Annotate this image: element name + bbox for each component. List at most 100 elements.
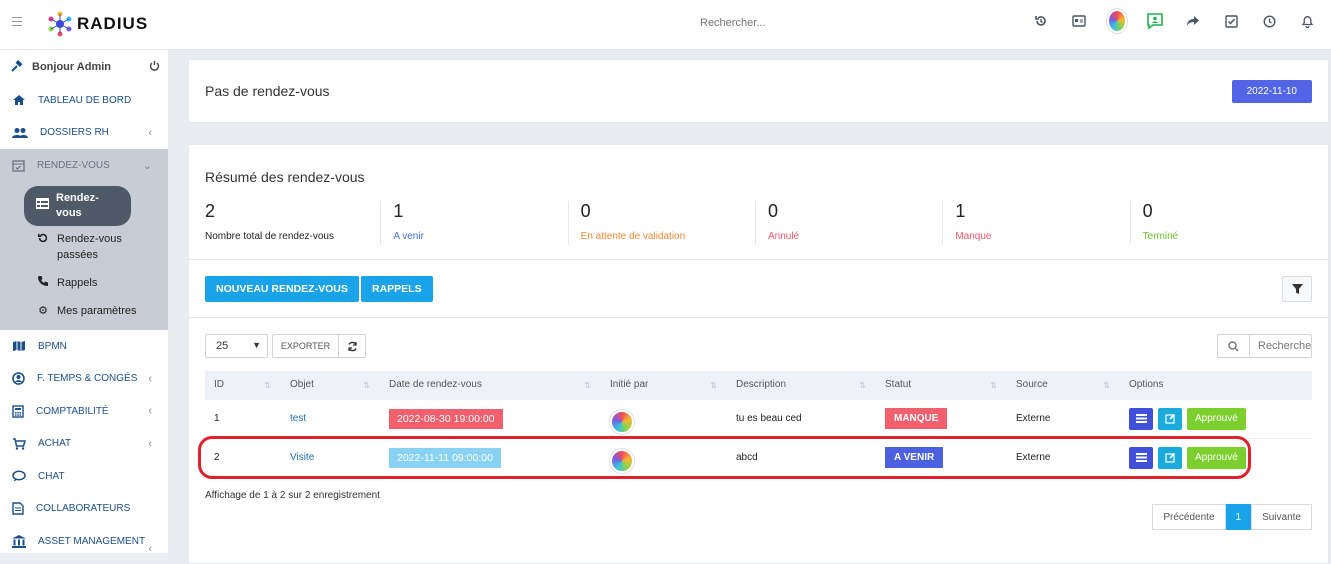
- new-appointment-button[interactable]: NOUVEAU RENDEZ-VOUS: [205, 276, 359, 302]
- date-button[interactable]: 2022-11-10: [1231, 80, 1312, 103]
- appointments-submenu: Rendez-vous Rendez-vous passées Rappels …: [0, 181, 168, 330]
- details-button[interactable]: [1129, 407, 1153, 430]
- sidebar-subitem-reminders[interactable]: Rappels: [0, 269, 168, 298]
- chat-bubble-icon: [12, 470, 26, 482]
- sidebar-item-label: ASSET MANAGEMENT: [38, 535, 146, 547]
- document-icon: [12, 502, 24, 515]
- history-icon: [36, 232, 50, 249]
- user-circle-icon: [12, 372, 25, 385]
- stat-label: Nombre total de rendez-vous: [205, 231, 334, 242]
- stat-pending[interactable]: 0 En attente de validation: [567, 201, 755, 245]
- stat-upcoming[interactable]: 1 A venir: [380, 201, 567, 245]
- col-label: Description: [736, 379, 787, 391]
- table-search-input[interactable]: [1249, 334, 1312, 358]
- page-size-select[interactable]: 25 ▼: [205, 334, 268, 358]
- page-size-value: 25: [216, 340, 229, 352]
- col-id[interactable]: ID ⇅: [205, 371, 281, 399]
- main-content: Pas de rendez-vous 2022-11-10 Résumé des…: [188, 59, 1329, 564]
- stat-total: 2 Nombre total de rendez-vous: [205, 201, 380, 245]
- chat-user-icon[interactable]: [1145, 11, 1165, 31]
- col-date[interactable]: Date de rendez-vous ⇅: [380, 371, 601, 399]
- sidebar-subitem-appointments[interactable]: Rendez-vous: [24, 185, 131, 227]
- pagination: Précédente 1 Suivante: [1152, 504, 1312, 530]
- sidebar-item-accounting[interactable]: COMPTABILITÉ ‹: [0, 395, 168, 428]
- stat-label: Terminé: [1142, 231, 1179, 242]
- submenu-label: Rappels: [57, 277, 98, 290]
- next-page-button[interactable]: Suivante: [1251, 504, 1312, 530]
- stat-completed[interactable]: 0 Terminé: [1129, 201, 1317, 245]
- col-status[interactable]: Statut ⇅: [876, 371, 1007, 399]
- summary-title: Résumé des rendez-vous: [205, 169, 365, 185]
- clock-icon[interactable]: [1259, 11, 1279, 31]
- logo[interactable]: RADIUS: [47, 10, 148, 38]
- sidebar-item-appointments[interactable]: RENDEZ-VOUS ⌄: [0, 149, 168, 182]
- home-icon: [13, 95, 25, 106]
- calendar-check-icon: [12, 160, 25, 172]
- table-search: [1217, 334, 1312, 358]
- col-initiated-by[interactable]: Initié par ⇅: [601, 371, 727, 399]
- history-icon[interactable]: [1031, 11, 1051, 31]
- refresh-icon: [347, 341, 357, 351]
- chevron-left-icon: ‹: [148, 405, 152, 418]
- stat-label: Annulé: [767, 231, 800, 242]
- edit-button[interactable]: [1158, 407, 1182, 430]
- filter-button[interactable]: [1282, 276, 1312, 302]
- id-card-icon[interactable]: [1069, 11, 1089, 31]
- col-object[interactable]: Objet ⇅: [281, 371, 380, 399]
- power-icon[interactable]: [149, 60, 160, 71]
- sidebar-item-label: DOSSIERS RH: [40, 127, 109, 139]
- sidebar-item-asset-management[interactable]: ASSET MANAGEMENT ‹: [0, 525, 168, 558]
- col-description[interactable]: Description ⇅: [727, 371, 876, 399]
- sidebar-item-hr-files[interactable]: DOSSIERS RH ‹: [0, 117, 168, 150]
- sidebar: Bonjour Admin TABLEAU DE BORD DOSSIERS R…: [0, 50, 168, 555]
- share-icon[interactable]: [1183, 11, 1203, 31]
- sidebar-greeting: Bonjour Admin: [0, 50, 168, 84]
- stat-label: En attente de validation: [580, 231, 686, 242]
- initiator-avatar: [610, 409, 634, 434]
- sidebar-item-timesheets[interactable]: F. TEMPS & CONGÉS ‹: [0, 362, 168, 395]
- tasks-icon[interactable]: [1221, 11, 1241, 31]
- stat-cancelled[interactable]: 0 Annulé: [754, 201, 942, 245]
- col-label: Initié par: [610, 379, 649, 391]
- page-1-button[interactable]: 1: [1225, 504, 1252, 530]
- cell-object: test: [281, 398, 380, 438]
- table-row: 1 test 2022-08-30 19:00:00 tu es beau ce…: [205, 398, 1312, 438]
- prev-page-button[interactable]: Précédente: [1152, 504, 1226, 530]
- cart-icon: [13, 437, 26, 450]
- bank-icon: [12, 534, 26, 548]
- stat-missed[interactable]: 1 Manque: [942, 201, 1129, 245]
- user-avatar[interactable]: [1107, 9, 1127, 33]
- list-icon: [1135, 414, 1147, 423]
- greeting-text: Bonjour Admin: [32, 61, 112, 73]
- sort-icon: ⇅: [1103, 381, 1110, 390]
- sidebar-item-label: F. TEMPS & CONGÉS: [37, 373, 138, 385]
- global-search-input[interactable]: [700, 17, 870, 29]
- status-badge: MANQUE: [885, 408, 948, 429]
- sidebar-subitem-past-appointments[interactable]: Rendez-vous passées: [0, 226, 168, 269]
- export-button[interactable]: EXPORTER: [272, 334, 339, 358]
- col-options: Options: [1120, 371, 1312, 399]
- sidebar-subitem-settings[interactable]: ⚙ Mes paramètres: [0, 298, 168, 325]
- phone-icon: [36, 275, 50, 292]
- divider: [189, 317, 1328, 318]
- col-label: ID: [214, 379, 224, 391]
- search-icon[interactable]: [1217, 334, 1249, 358]
- col-label: Options: [1129, 379, 1164, 391]
- object-link[interactable]: test: [290, 413, 306, 424]
- stats-row: 2 Nombre total de rendez-vous 1 A venir 0 E…: [205, 201, 1317, 245]
- reminders-button[interactable]: RAPPELS: [361, 276, 433, 302]
- table-info: Affichage de 1 à 2 sur 2 enregistrement: [205, 490, 380, 501]
- radius-logo-icon: [48, 11, 72, 37]
- sidebar-item-bpmn[interactable]: BPMN: [0, 330, 168, 363]
- sidebar-item-collaborators[interactable]: COLLABORATEURS: [0, 492, 168, 525]
- filter-icon: [1291, 283, 1303, 294]
- menu-toggle-icon[interactable]: [12, 17, 22, 27]
- stat-value: 0: [1142, 201, 1153, 221]
- notification-bell-icon[interactable]: [1297, 11, 1317, 31]
- sidebar-item-purchase[interactable]: ACHAT ‹: [0, 427, 168, 460]
- col-source[interactable]: Source ⇅: [1007, 371, 1120, 399]
- refresh-button[interactable]: [338, 334, 366, 358]
- approve-button[interactable]: Approuvé: [1187, 407, 1246, 430]
- sidebar-item-chat[interactable]: CHAT: [0, 460, 168, 493]
- sidebar-item-dashboard[interactable]: TABLEAU DE BORD: [0, 84, 168, 117]
